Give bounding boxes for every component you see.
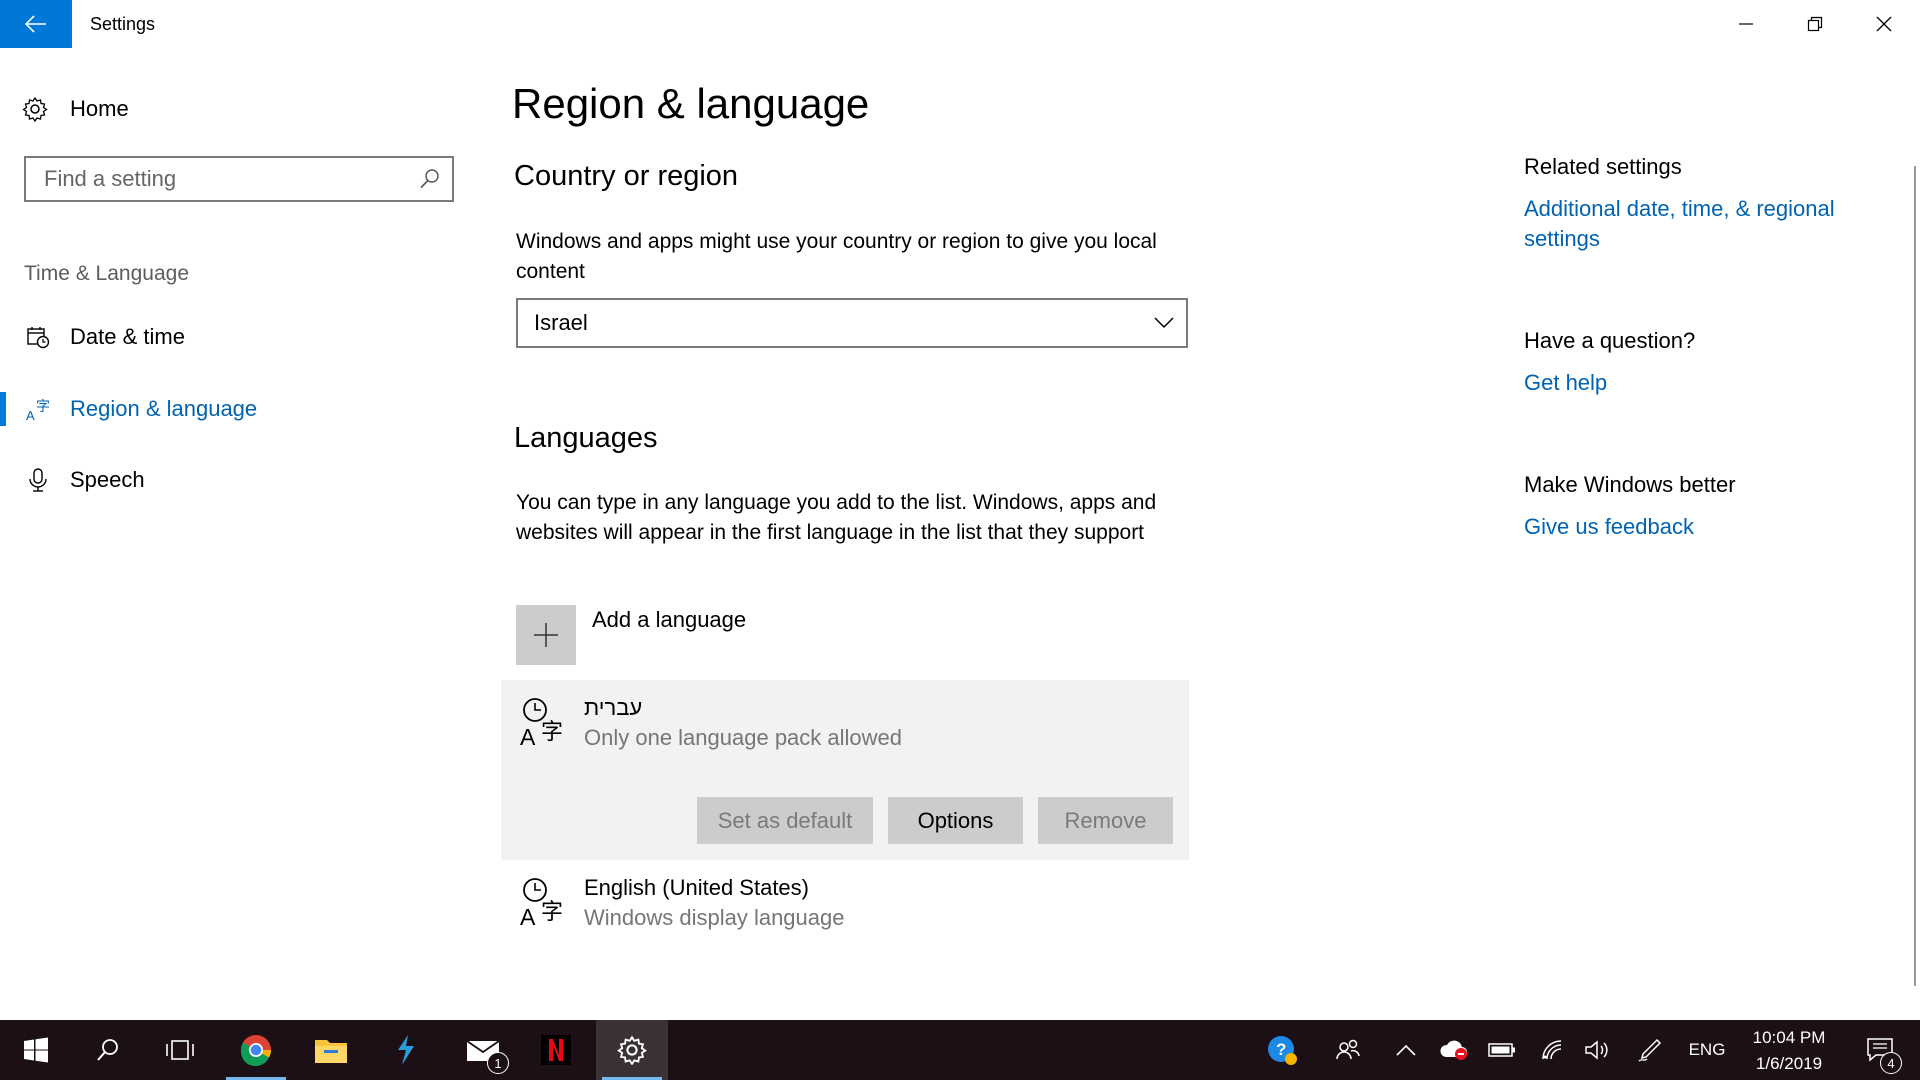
notifications-badge: 4 <box>1880 1052 1902 1074</box>
restore-icon <box>1807 16 1823 32</box>
netflix-icon <box>541 1035 571 1065</box>
input-language-indicator[interactable]: ENG <box>1682 1020 1732 1080</box>
language-subtitle: Only one language pack allowed <box>584 725 903 750</box>
battery-icon[interactable] <box>1480 1020 1524 1080</box>
clock-time: 10:04 PM <box>1752 1028 1826 1047</box>
nav-section-heading: Time & Language <box>24 262 189 285</box>
search-box[interactable] <box>24 156 454 202</box>
mail-badge: 1 <box>487 1052 509 1074</box>
people-icon[interactable] <box>1326 1020 1370 1080</box>
nav-home[interactable]: Home <box>22 88 129 130</box>
give-feedback-link[interactable]: Give us feedback <box>1524 512 1694 542</box>
bolt-app-icon <box>398 1035 414 1065</box>
question-heading: Have a question? <box>1524 328 1696 353</box>
taskbar-mail[interactable]: 1 <box>447 1020 519 1080</box>
additional-settings-link[interactable]: Additional date, time, & regional settin… <box>1524 194 1874 254</box>
close-button[interactable] <box>1850 0 1918 48</box>
country-description: Windows and apps might use your country … <box>516 230 1157 283</box>
sidebar-item-speech[interactable]: Speech <box>0 455 460 505</box>
svg-text:A: A <box>520 724 536 747</box>
microphone-icon <box>24 466 52 494</box>
window-title: Settings <box>90 14 156 34</box>
related-settings-heading: Related settings <box>1524 154 1682 179</box>
onedrive-error-icon[interactable] <box>1434 1020 1474 1080</box>
search-input[interactable] <box>42 165 406 193</box>
title-bar <box>0 0 1920 48</box>
taskbar-search-button[interactable] <box>72 1020 144 1080</box>
minimize-button[interactable] <box>1712 0 1780 48</box>
restore-button[interactable] <box>1781 0 1849 48</box>
plus-icon <box>516 605 576 665</box>
chrome-icon <box>240 1035 271 1066</box>
remove-button[interactable]: Remove <box>1038 797 1173 844</box>
help-tray-icon[interactable]: ? <box>1260 1020 1304 1080</box>
start-button[interactable] <box>0 1020 72 1080</box>
sidebar-item-label: Speech <box>70 467 145 492</box>
svg-text:A: A <box>520 904 536 927</box>
add-language-button[interactable]: Add a language <box>516 605 746 665</box>
search-icon <box>97 1039 118 1061</box>
svg-text:字: 字 <box>541 720 563 745</box>
taskbar-app-bolt[interactable] <box>370 1020 442 1080</box>
page-title: Region & language <box>512 80 870 127</box>
country-select-value: Israel <box>534 310 588 335</box>
clock-date: 1/6/2019 <box>1755 1054 1823 1073</box>
language-subtitle: Windows display language <box>584 905 845 930</box>
region-language-icon: A字 <box>24 395 52 423</box>
back-arrow-icon <box>25 15 46 33</box>
get-help-link[interactable]: Get help <box>1524 368 1607 398</box>
action-center-button[interactable]: 4 <box>1850 1020 1910 1080</box>
language-item-hebrew-row[interactable]: A字 עברית Only one language pack allowed <box>516 693 902 753</box>
svg-text:字: 字 <box>541 900 563 925</box>
svg-text:字: 字 <box>36 399 50 415</box>
taskbar-settings[interactable] <box>596 1020 668 1080</box>
taskbar-chrome[interactable] <box>220 1020 292 1080</box>
pen-ink-icon[interactable] <box>1628 1020 1672 1080</box>
sidebar-item-label: Region & language <box>70 396 258 421</box>
back-button[interactable] <box>0 0 72 48</box>
taskbar-file-explorer[interactable] <box>295 1020 367 1080</box>
show-hidden-icons-chevron-up-icon[interactable] <box>1386 1020 1426 1080</box>
gear-icon <box>22 96 48 122</box>
taskbar-clock[interactable]: 10:04 PM 1/6/2019 <box>1734 1025 1844 1077</box>
languages-heading: Languages <box>514 422 658 454</box>
volume-icon[interactable] <box>1576 1020 1620 1080</box>
windows-logo-icon <box>24 1037 48 1063</box>
gear-icon <box>617 1035 647 1065</box>
scrollbar[interactable] <box>1914 166 1916 986</box>
language-name: עברית <box>584 695 643 720</box>
country-select[interactable]: Israel <box>516 298 1188 348</box>
minimize-icon <box>1739 23 1753 25</box>
country-heading: Country or region <box>514 160 739 192</box>
language-pack-icon: A字 <box>516 873 572 929</box>
task-view-button[interactable] <box>144 1020 216 1080</box>
languages-description: You can type in any language you add to … <box>516 491 1157 544</box>
set-as-default-button[interactable]: Set as default <box>697 797 873 844</box>
feedback-heading: Make Windows better <box>1524 472 1736 497</box>
sidebar-item-region-language[interactable]: A字 Region & language <box>0 384 460 434</box>
add-language-label: Add a language <box>592 607 747 632</box>
chevron-down-icon <box>1154 317 1174 329</box>
folder-icon <box>315 1040 347 1063</box>
svg-text:?: ? <box>1276 1040 1286 1059</box>
svg-text:A: A <box>26 408 35 422</box>
sidebar-item-label: Date & time <box>70 324 185 349</box>
taskbar-netflix[interactable] <box>520 1020 592 1080</box>
close-icon <box>1876 16 1892 32</box>
language-item-english[interactable]: A字 English (United States) Windows displ… <box>516 873 845 933</box>
nav-home-label: Home <box>70 96 129 121</box>
search-icon[interactable] <box>418 167 442 191</box>
task-view-icon <box>166 1040 194 1060</box>
wifi-icon[interactable] <box>1530 1020 1574 1080</box>
sidebar-item-date-time[interactable]: Date & time <box>0 312 460 362</box>
calendar-clock-icon <box>24 323 52 351</box>
language-name: English (United States) <box>584 875 809 900</box>
language-pack-icon: A字 <box>516 693 572 749</box>
options-button[interactable]: Options <box>888 797 1023 844</box>
